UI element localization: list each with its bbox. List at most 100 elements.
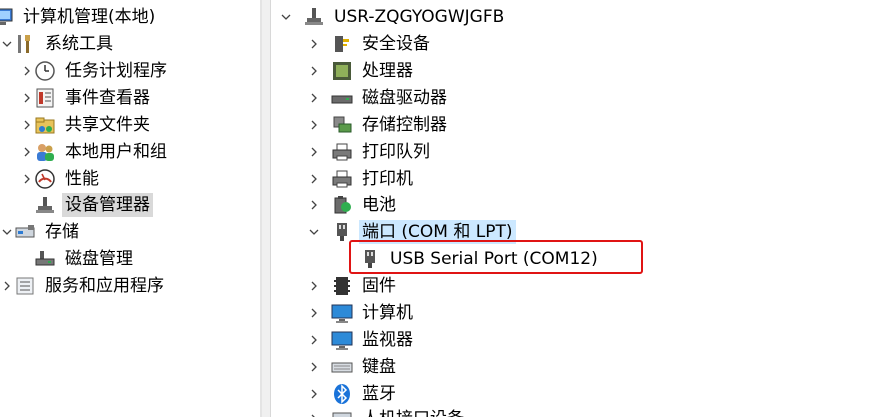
highlight-annotation-box [349, 240, 643, 274]
tree-label: 本地用户和组 [65, 142, 167, 162]
tree-item-storage[interactable]: 存储 [0, 219, 82, 245]
performance-gauge-icon [34, 168, 56, 190]
computer-name: USR-ZQGYOGWJGFB [334, 7, 505, 27]
monitor-icon [331, 329, 353, 351]
tree-item-device-manager[interactable]: 设备管理器 [20, 192, 153, 218]
chevron-right-icon[interactable] [20, 85, 34, 111]
tree-item-local-users[interactable]: 本地用户和组 [20, 139, 170, 165]
category-label: 打印机 [362, 169, 413, 189]
chevron-right-icon[interactable] [307, 327, 321, 353]
battery-icon [331, 194, 353, 216]
event-viewer-icon [34, 87, 56, 109]
category-batteries[interactable]: 电池 [307, 192, 399, 218]
print-queue-icon [331, 141, 353, 163]
category-label: 计算机 [362, 303, 413, 323]
category-label: 安全设备 [362, 34, 430, 54]
chevron-right-icon[interactable] [20, 139, 34, 165]
tree-item-services-apps[interactable]: 服务和应用程序 [0, 273, 167, 299]
category-label: 处理器 [362, 61, 413, 81]
tree-label: 设备管理器 [62, 193, 153, 217]
chevron-right-icon[interactable] [307, 31, 321, 57]
security-device-icon [331, 33, 353, 55]
storage-icon [14, 221, 36, 243]
hid-icon [331, 408, 353, 417]
console-tree-pane[interactable]: 计算机管理(本地) 系统工具 任务计划程序 事件查看器 共享文件夹 本地用户和组… [0, 0, 260, 417]
category-security-devices[interactable]: 安全设备 [307, 31, 433, 57]
tree-label: 磁盘管理 [65, 249, 133, 269]
category-label: 键盘 [362, 357, 396, 377]
chevron-right-icon[interactable] [0, 273, 14, 299]
category-processors[interactable]: 处理器 [307, 58, 416, 84]
category-disk-drives[interactable]: 磁盘驱动器 [307, 85, 450, 111]
chevron-right-icon[interactable] [20, 166, 34, 192]
tree-label: 共享文件夹 [65, 115, 150, 135]
chevron-right-icon[interactable] [307, 112, 321, 138]
chevron-down-icon[interactable] [0, 31, 14, 57]
tree-item-shared-folders[interactable]: 共享文件夹 [20, 112, 153, 138]
chevron-right-icon[interactable] [307, 406, 321, 417]
category-printers[interactable]: 打印机 [307, 166, 416, 192]
category-label: 磁盘驱动器 [362, 88, 447, 108]
printer-icon [331, 168, 353, 190]
tree-label: 存储 [45, 222, 79, 242]
tree-label: 性能 [65, 169, 99, 189]
chevron-right-icon[interactable] [307, 273, 321, 299]
category-computer[interactable]: 计算机 [307, 300, 416, 326]
computer-management-icon [0, 6, 14, 28]
tree-item-task-scheduler[interactable]: 任务计划程序 [20, 58, 170, 84]
bluetooth-icon [331, 383, 353, 405]
processor-icon [331, 60, 353, 82]
users-icon [34, 141, 56, 163]
tree-item-event-viewer[interactable]: 事件查看器 [20, 85, 153, 111]
category-label: 蓝牙 [362, 384, 396, 404]
chevron-right-icon[interactable] [307, 166, 321, 192]
chevron-down-icon[interactable] [279, 4, 293, 30]
shared-folder-icon [34, 114, 56, 136]
chevron-right-icon[interactable] [20, 112, 34, 138]
tree-label: 系统工具 [45, 34, 113, 54]
category-storage-controllers[interactable]: 存储控制器 [307, 112, 450, 138]
category-keyboards[interactable]: 键盘 [307, 354, 399, 380]
chevron-right-icon[interactable] [307, 300, 321, 326]
disk-drive-icon [331, 87, 353, 109]
tree-item-system-tools[interactable]: 系统工具 [0, 31, 116, 57]
chevron-right-icon[interactable] [307, 139, 321, 165]
tree-label: 任务计划程序 [65, 61, 167, 81]
category-firmware[interactable]: 固件 [307, 273, 399, 299]
device-manager-icon [34, 194, 56, 216]
category-label: 人机接口设备 [359, 407, 467, 417]
category-label: 打印队列 [362, 142, 430, 162]
clock-icon [34, 60, 56, 82]
category-print-queues[interactable]: 打印队列 [307, 139, 433, 165]
device-tree-pane[interactable]: USR-ZQGYOGWJGFB 安全设备 处理器 磁盘驱动器 存储控制器 打印队… [271, 0, 882, 417]
disk-management-icon [34, 248, 56, 270]
chevron-right-icon[interactable] [20, 58, 34, 84]
tree-item-performance[interactable]: 性能 [20, 166, 102, 192]
keyboard-icon [331, 356, 353, 378]
chevron-right-icon[interactable] [307, 381, 321, 407]
chevron-right-icon[interactable] [307, 58, 321, 84]
tree-item-computer-root[interactable]: USR-ZQGYOGWJGFB [279, 4, 507, 30]
category-label: 监视器 [362, 330, 413, 350]
category-monitors[interactable]: 监视器 [307, 327, 416, 353]
chevron-right-icon[interactable] [307, 85, 321, 111]
firmware-icon [331, 275, 353, 297]
category-hid[interactable]: 人机接口设备 [307, 406, 467, 417]
services-icon [14, 275, 36, 297]
chevron-down-icon[interactable] [0, 219, 14, 245]
category-label: 存储控制器 [362, 115, 447, 135]
category-bluetooth[interactable]: 蓝牙 [307, 381, 399, 407]
tree-label: 服务和应用程序 [45, 276, 164, 296]
chevron-right-icon[interactable] [307, 192, 321, 218]
pane-splitter[interactable] [262, 0, 270, 417]
tree-item-computer-management[interactable]: 计算机管理(本地) [0, 4, 158, 30]
category-label: 固件 [362, 276, 396, 296]
chevron-right-icon[interactable] [307, 354, 321, 380]
chevron-down-icon[interactable] [307, 219, 321, 245]
monitor-computer-icon [331, 302, 353, 324]
category-label: 电池 [362, 195, 396, 215]
storage-controller-icon [331, 114, 353, 136]
tools-icon [14, 33, 36, 55]
tree-label: 事件查看器 [65, 88, 150, 108]
tree-item-disk-management[interactable]: 磁盘管理 [20, 246, 136, 272]
